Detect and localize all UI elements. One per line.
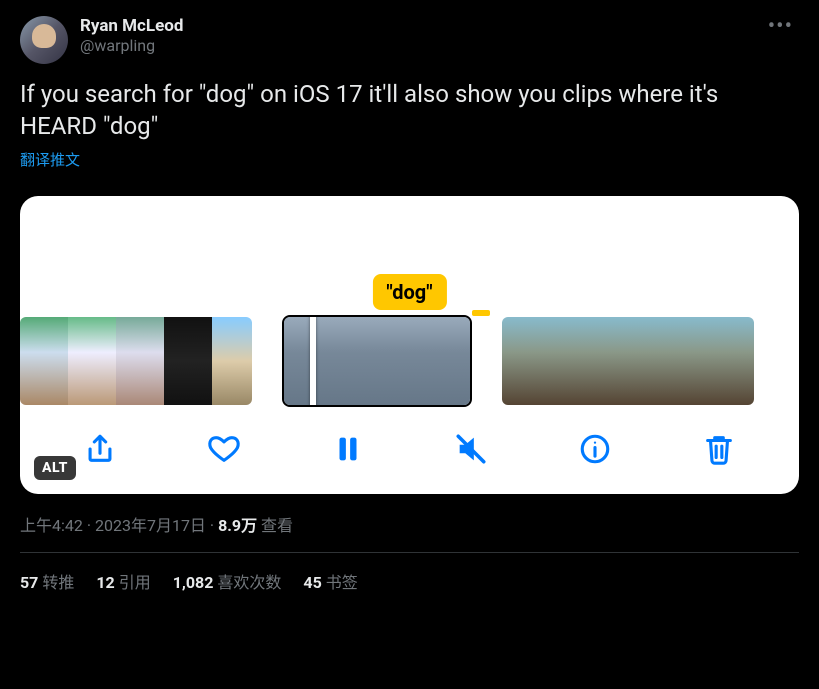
video-clip[interactable] bbox=[20, 317, 252, 405]
info-icon[interactable] bbox=[576, 430, 614, 468]
playhead[interactable] bbox=[310, 317, 316, 405]
date[interactable]: 2023年7月17日 bbox=[95, 516, 206, 535]
display-name: Ryan McLeod bbox=[80, 16, 750, 36]
frame-thumb bbox=[712, 317, 754, 405]
tweet-container: Ryan McLeod @warpling ••• If you search … bbox=[0, 0, 819, 619]
engagement-stats: 57转推 12引用 1,082喜欢次数 45书签 bbox=[20, 569, 799, 603]
alt-badge[interactable]: ALT bbox=[34, 456, 76, 480]
mute-icon[interactable] bbox=[452, 430, 490, 468]
pause-icon[interactable] bbox=[329, 430, 367, 468]
avatar[interactable] bbox=[20, 16, 68, 64]
frame-thumb bbox=[408, 317, 470, 405]
frame-thumb bbox=[586, 317, 628, 405]
video-clip[interactable] bbox=[502, 317, 754, 405]
frame-thumb bbox=[502, 317, 544, 405]
frame-thumb bbox=[164, 317, 212, 405]
separator: · bbox=[83, 516, 95, 535]
video-clip-active[interactable] bbox=[284, 317, 470, 405]
stat-quotes[interactable]: 12引用 bbox=[96, 569, 150, 593]
frame-thumb bbox=[670, 317, 712, 405]
handle: @warpling bbox=[80, 36, 750, 55]
heart-icon[interactable] bbox=[205, 430, 243, 468]
media-toolbar bbox=[20, 408, 799, 494]
frame-thumb bbox=[212, 317, 252, 405]
tweet-meta: 上午4:42 · 2023年7月17日 · 8.9万 查看 bbox=[20, 512, 799, 536]
caption-bubble: "dog" bbox=[372, 274, 446, 310]
frame-thumb bbox=[20, 317, 68, 405]
author-block[interactable]: Ryan McLeod @warpling bbox=[80, 16, 750, 55]
views-count: 8.9万 bbox=[218, 516, 257, 535]
tweet-header: Ryan McLeod @warpling ••• bbox=[20, 16, 799, 64]
more-menu-button[interactable]: ••• bbox=[762, 16, 799, 38]
frame-thumb bbox=[68, 317, 116, 405]
separator: · bbox=[206, 516, 218, 535]
trash-icon[interactable] bbox=[700, 430, 738, 468]
time[interactable]: 上午4:42 bbox=[20, 516, 83, 535]
media-card[interactable]: "dog" bbox=[20, 196, 799, 494]
frame-thumb bbox=[544, 317, 586, 405]
caption-tick bbox=[472, 310, 490, 316]
frame-thumb bbox=[628, 317, 670, 405]
share-icon[interactable] bbox=[81, 430, 119, 468]
frame-thumb bbox=[346, 317, 408, 405]
media-top: "dog" bbox=[20, 196, 799, 314]
stat-retweets[interactable]: 57转推 bbox=[20, 569, 74, 593]
views-label: 查看 bbox=[261, 516, 293, 535]
translate-link[interactable]: 翻译推文 bbox=[20, 149, 80, 170]
stat-bookmarks[interactable]: 45书签 bbox=[303, 569, 357, 593]
divider bbox=[20, 552, 799, 553]
filmstrip[interactable] bbox=[20, 314, 799, 408]
stat-likes[interactable]: 1,082喜欢次数 bbox=[173, 569, 282, 593]
tweet-text: If you search for "dog" on iOS 17 it'll … bbox=[20, 78, 799, 143]
frame-thumb bbox=[116, 317, 164, 405]
